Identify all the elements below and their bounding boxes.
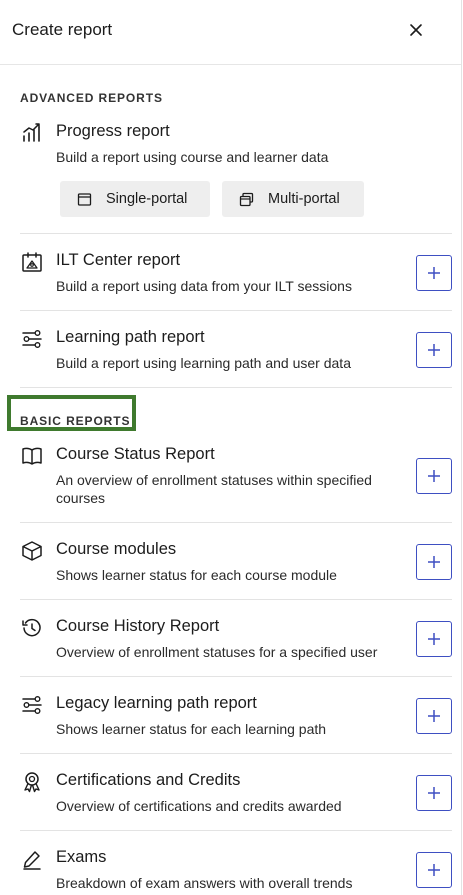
- pencil-icon: [23, 851, 41, 870]
- plus-icon: [428, 787, 440, 799]
- divider: [20, 830, 452, 831]
- cube-icon: [22, 541, 42, 561]
- single-portal-label: Single-portal: [106, 191, 188, 207]
- history-icon: [22, 618, 41, 637]
- ilt-center-report-desc: Build a report using data from your ILT …: [56, 278, 352, 294]
- exams-desc: Breakdown of exam answers with overall t…: [56, 875, 353, 891]
- section-label-advanced: ADVANCED REPORTS: [20, 91, 163, 105]
- legacy-learning-path-report-desc: Shows learner status for each learning p…: [56, 721, 327, 737]
- exams-title: Exams: [56, 848, 107, 866]
- add-course-status-report-button[interactable]: [416, 458, 452, 494]
- plus-icon: [428, 633, 440, 645]
- course-history-report-title: Course History Report: [56, 617, 220, 635]
- divider: [20, 387, 452, 388]
- add-certifications-credits-button[interactable]: [416, 775, 452, 811]
- certifications-credits-desc: Overview of certifications and credits a…: [56, 798, 342, 814]
- window-icon: [77, 192, 92, 206]
- award-icon: [24, 772, 40, 793]
- create-report-panel: Create report ADVANCED REPORTS Progress …: [0, 0, 462, 895]
- learning-path-icon: [22, 696, 42, 714]
- course-modules-title: Course modules: [56, 540, 177, 558]
- certifications-credits-title: Certifications and Credits: [56, 771, 241, 789]
- add-exams-button[interactable]: [416, 852, 452, 888]
- add-ilt-center-report-button[interactable]: [416, 255, 452, 291]
- course-history-report-desc: Overview of enrollment statuses for a sp…: [56, 644, 378, 660]
- course-status-report-title: Course Status Report: [56, 445, 215, 463]
- divider: [20, 522, 452, 523]
- progress-report-desc: Build a report using course and learner …: [56, 149, 329, 165]
- windows-icon: [239, 192, 254, 206]
- divider: [20, 233, 452, 234]
- page-title: Create report: [12, 20, 113, 39]
- plus-icon: [428, 470, 440, 482]
- single-portal-button[interactable]: Single-portal: [60, 181, 210, 217]
- ilt-center-report-title: ILT Center report: [56, 251, 181, 269]
- learning-path-report-desc: Build a report using learning path and u…: [56, 355, 351, 371]
- plus-icon: [428, 267, 440, 279]
- ilt-center-icon: [22, 252, 42, 272]
- learning-path-icon: [22, 330, 42, 348]
- divider: [20, 676, 452, 677]
- divider: [20, 753, 452, 754]
- close-button[interactable]: [404, 18, 428, 42]
- progress-report-title: Progress report: [56, 122, 170, 140]
- chart-icon: [23, 123, 40, 142]
- add-course-history-report-button[interactable]: [416, 621, 452, 657]
- course-modules-desc: Shows learner status for each course mod…: [56, 567, 337, 583]
- legacy-learning-path-report-title: Legacy learning path report: [56, 694, 257, 712]
- plus-icon: [428, 556, 440, 568]
- multi-portal-button[interactable]: Multi-portal: [222, 181, 364, 217]
- add-course-modules-button[interactable]: [416, 544, 452, 580]
- divider: [20, 599, 452, 600]
- divider: [20, 310, 452, 311]
- book-icon: [22, 447, 42, 465]
- plus-icon: [428, 710, 440, 722]
- add-legacy-learning-path-report-button[interactable]: [416, 698, 452, 734]
- multi-portal-label: Multi-portal: [268, 191, 340, 207]
- section-label-basic: BASIC REPORTS: [20, 414, 131, 428]
- panel-header: Create report: [0, 0, 461, 65]
- course-status-report-desc: An overview of enrollment statuses withi…: [56, 472, 372, 506]
- add-learning-path-report-button[interactable]: [416, 332, 452, 368]
- plus-icon: [428, 864, 440, 876]
- close-icon: [410, 24, 422, 36]
- plus-icon: [428, 344, 440, 356]
- learning-path-report-title: Learning path report: [56, 328, 205, 346]
